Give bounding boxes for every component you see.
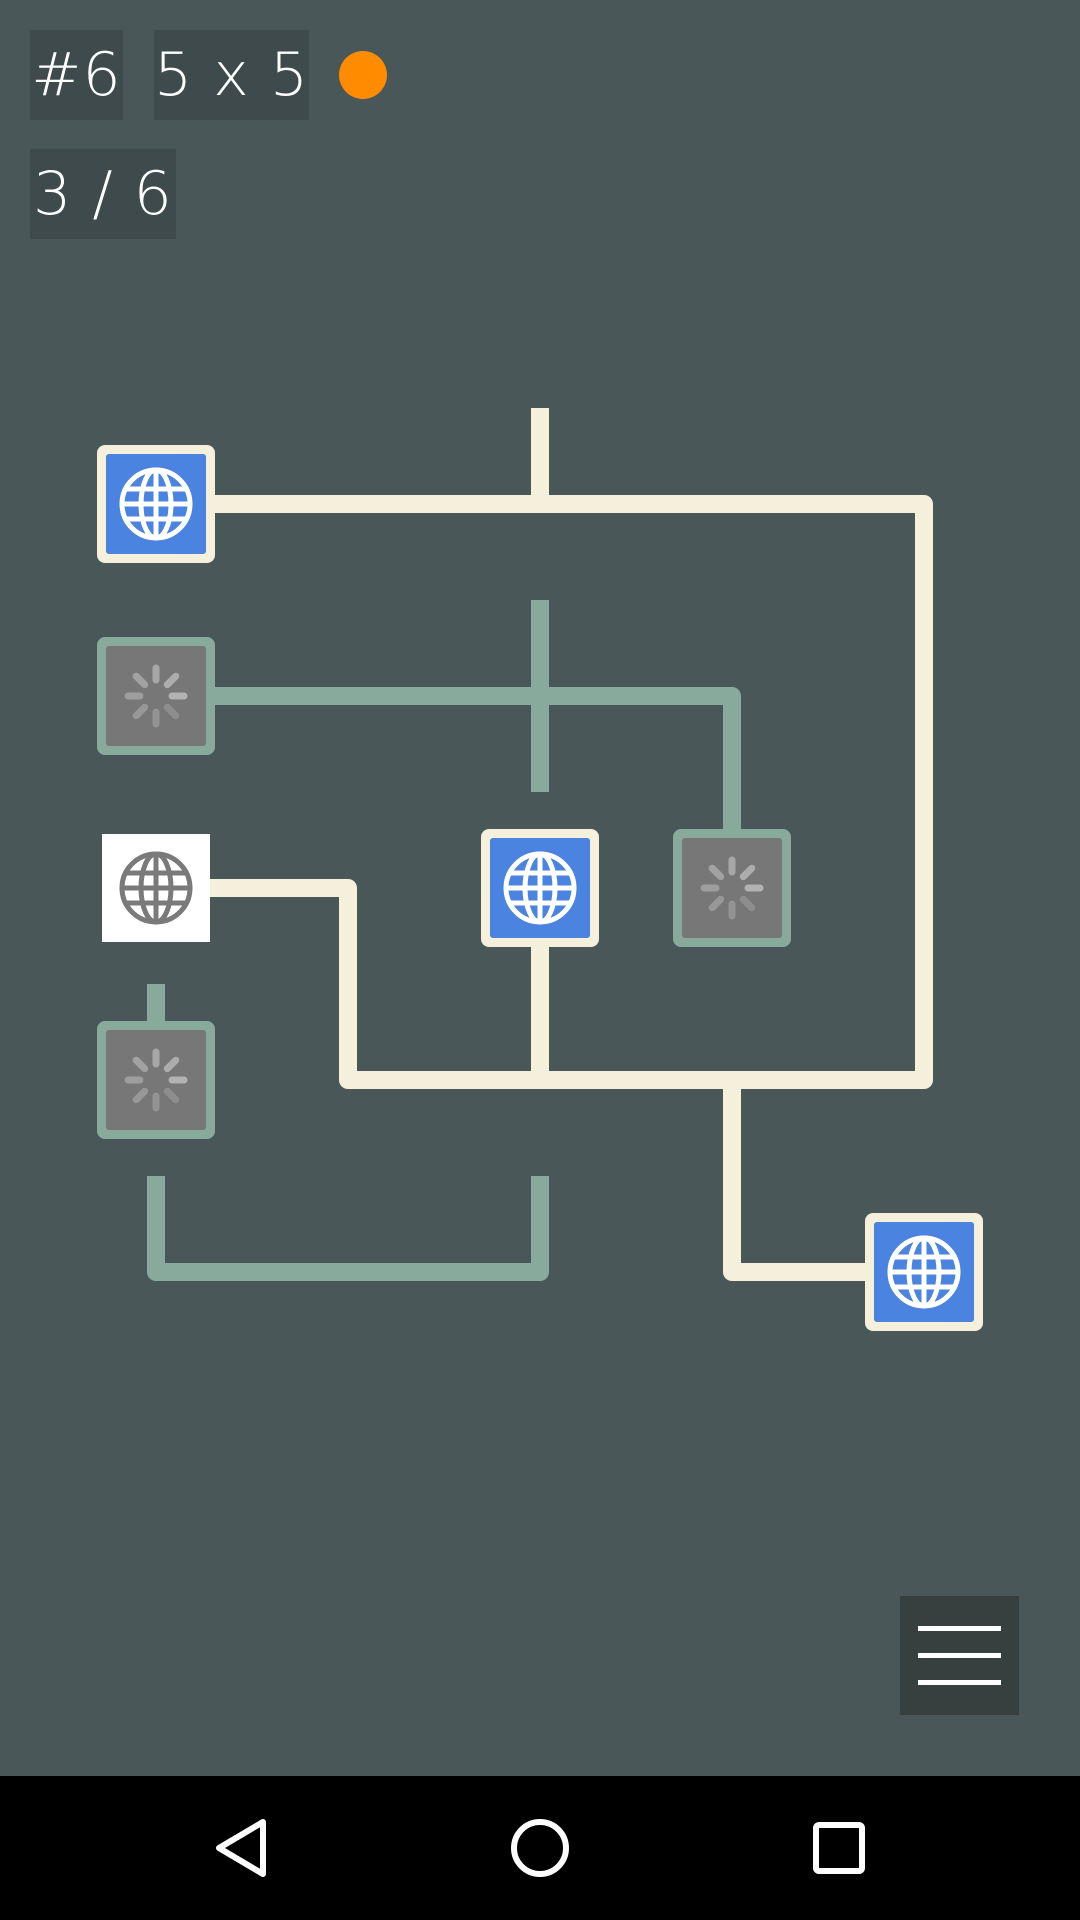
globe-icon xyxy=(122,470,190,538)
computer-tile-r1c0[interactable] xyxy=(97,637,215,755)
back-button[interactable] xyxy=(151,1776,331,1920)
recents-button[interactable] xyxy=(749,1776,929,1920)
wire-row4-elbow xyxy=(147,1176,549,1281)
square-recents-icon xyxy=(813,1822,865,1874)
globe-icon xyxy=(506,854,574,922)
home-button[interactable] xyxy=(450,1776,630,1920)
globe-icon xyxy=(122,854,190,922)
unpowered-wires xyxy=(147,600,741,1281)
computer-tile-r0c0[interactable] xyxy=(97,445,215,563)
server-source-tile[interactable] xyxy=(102,834,210,942)
computer-tile-r4c4[interactable] xyxy=(865,1213,983,1331)
triangle-back-icon xyxy=(216,1819,266,1877)
computer-tile-r2c3[interactable] xyxy=(673,829,791,947)
circle-home-icon xyxy=(511,1819,569,1877)
computer-tile-r2c2[interactable] xyxy=(481,829,599,947)
globe-icon xyxy=(890,1238,958,1306)
wire-row1-horizontal xyxy=(156,687,741,840)
computer-tile-r3c0[interactable] xyxy=(97,1021,215,1139)
system-nav-bar xyxy=(0,1776,1080,1920)
menu-button[interactable] xyxy=(900,1596,1019,1715)
